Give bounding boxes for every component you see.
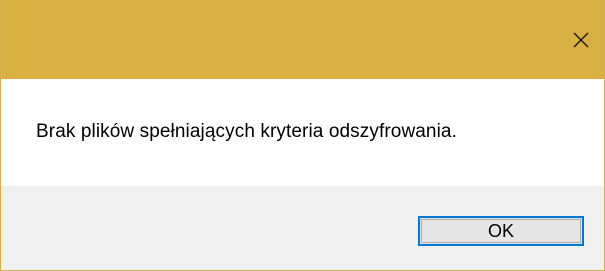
message-area: Brak plików spełniających kryteria odszy… (1, 79, 604, 186)
ok-button-label: OK (487, 220, 514, 241)
message-dialog: Brak plików spełniających kryteria odszy… (0, 0, 605, 271)
message-text: Brak plików spełniających kryteria odszy… (36, 121, 457, 142)
title-bar[interactable] (1, 0, 604, 79)
ok-button[interactable]: OK (418, 216, 584, 246)
button-bar: OK (1, 186, 604, 270)
close-icon (573, 32, 589, 47)
close-button[interactable] (558, 0, 604, 79)
